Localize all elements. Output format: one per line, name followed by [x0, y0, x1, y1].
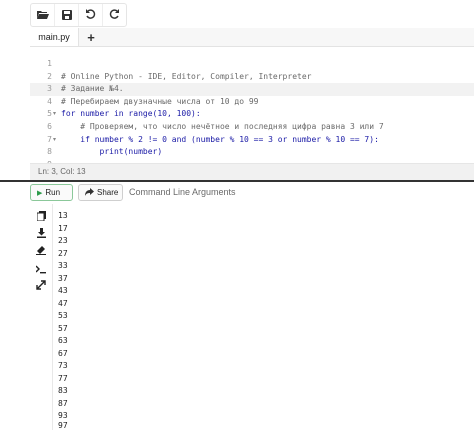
command-line-arguments-input[interactable]: Command Line Arguments	[128, 184, 473, 201]
run-toolbar: ▶ Run Share Command Line Arguments	[30, 183, 474, 203]
code-text: for number in range(10, 100):	[61, 109, 201, 119]
copy-icon[interactable]	[34, 209, 48, 223]
code-line: 5 ▾ for number in range(10, 100):	[30, 108, 474, 121]
output-line: 17	[58, 223, 68, 233]
line-number: 7	[47, 134, 52, 144]
line-number: 5	[47, 109, 52, 119]
code-line: 1	[30, 58, 474, 71]
panel-divider[interactable]	[0, 180, 474, 182]
redo-button[interactable]	[103, 4, 126, 26]
download-icon[interactable]	[34, 226, 48, 240]
line-number: 2	[47, 71, 52, 81]
undo-icon	[85, 8, 96, 23]
terminal-icon[interactable]	[34, 262, 48, 276]
top-toolbar	[0, 0, 474, 28]
line-number: 3	[47, 84, 52, 94]
code-line: 2 # Online Python - IDE, Editor, Compile…	[30, 71, 474, 84]
run-button[interactable]: ▶ Run	[30, 184, 73, 201]
code-line: 8 print(number)	[30, 146, 474, 159]
file-actions-group	[30, 3, 127, 27]
output-line: 57	[58, 323, 68, 333]
editor-tabs: main.py +	[30, 28, 474, 47]
editor-status-bar: Ln: 3, Col: 13	[30, 163, 474, 180]
run-label: Run	[45, 188, 61, 197]
cursor-position: Ln: 3, Col: 13	[38, 167, 86, 176]
fold-marker[interactable]: ▾	[53, 134, 56, 147]
output-line: 63	[58, 336, 68, 345]
output-line: 23	[58, 236, 68, 245]
output-line: 83	[58, 386, 68, 395]
code-line: 6 # Проверяем, что число нечётное и посл…	[30, 121, 474, 134]
open-file-button[interactable]	[31, 4, 55, 26]
output-line: 33	[58, 261, 68, 270]
line-number: 4	[47, 96, 52, 106]
undo-button[interactable]	[79, 4, 103, 26]
code-text: if number % 2 != 0 and (number % 10 == 3…	[61, 134, 379, 144]
line-number: 8	[47, 147, 52, 157]
redo-icon	[109, 8, 120, 23]
code-text: # Перебираем двузначные числа от 10 до 9…	[61, 96, 259, 106]
output-line: 37	[58, 273, 68, 283]
save-icon	[61, 8, 72, 23]
output-line: 67	[58, 348, 68, 358]
tab-main-py[interactable]: main.py	[30, 28, 79, 46]
expand-icon[interactable]	[34, 278, 48, 292]
code-line: 4 # Перебираем двузначные числа от 10 до…	[30, 96, 474, 109]
output-line: 87	[58, 398, 68, 408]
share-icon	[85, 187, 94, 198]
save-button[interactable]	[55, 4, 79, 26]
share-label: Share	[97, 188, 119, 197]
output-line: 27	[58, 248, 68, 258]
output-line: 43	[58, 286, 68, 295]
line-number: 6	[47, 121, 52, 131]
folder-open-icon	[36, 8, 49, 23]
line-number: 1	[47, 59, 52, 68]
output-line: 77	[58, 373, 68, 383]
output-line: 73	[58, 361, 68, 370]
output-console[interactable]: 13 17 23 27 33 37 43 47 53 57 63 67 73 7…	[52, 204, 474, 430]
output-line: 53	[58, 311, 68, 320]
code-text: # Задание №4.	[61, 84, 124, 94]
output-line: 47	[58, 298, 68, 308]
play-icon: ▶	[37, 189, 43, 197]
output-line: 97	[58, 421, 68, 430]
output-sidebar	[30, 205, 52, 430]
code-text: # Online Python - IDE, Editor, Compiler,…	[61, 71, 312, 81]
fold-marker[interactable]: ▾	[53, 108, 56, 121]
code-line: 7 ▾ if number % 2 != 0 and (number % 10 …	[30, 134, 474, 147]
code-text: print(number)	[61, 147, 163, 157]
add-tab-button[interactable]: +	[79, 28, 103, 46]
code-editor[interactable]: 1 2 # Online Python - IDE, Editor, Compi…	[30, 58, 474, 169]
share-button[interactable]: Share	[78, 184, 123, 201]
output-line: 13	[58, 211, 68, 220]
eraser-icon[interactable]	[34, 243, 48, 257]
code-line-active: 3 # Задание №4.	[30, 83, 474, 96]
code-text: # Проверяем, что число нечётное и послед…	[61, 121, 384, 131]
